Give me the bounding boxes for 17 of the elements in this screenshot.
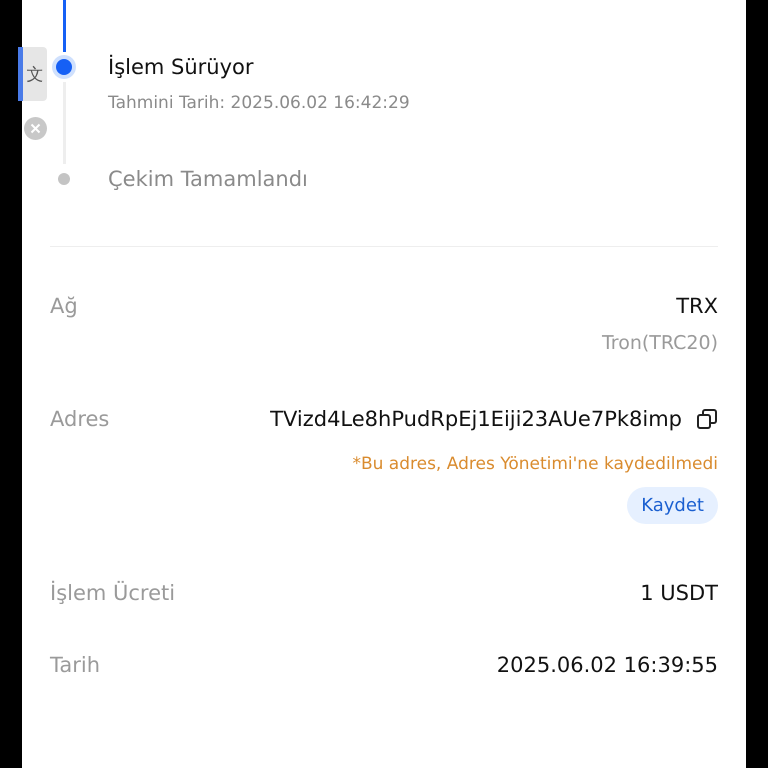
- step-title: Çekim Tamamlandı: [108, 166, 309, 193]
- step-title: İşlem Sürüyor: [108, 54, 255, 81]
- detail-value: TRX: [676, 293, 718, 320]
- network-name: Tron(TRC20): [602, 332, 718, 354]
- warning-text: *Bu adres, Adres Yönetimi'ne kaydedilmedi: [352, 454, 718, 474]
- save-button[interactable]: Kaydet: [627, 487, 718, 524]
- detail-label: Ağ: [50, 293, 78, 320]
- detail-label: İşlem Ücreti: [50, 580, 176, 607]
- detail-value: 1 USDT: [640, 580, 718, 607]
- estimated-date: Tahmini Tarih: 2025.06.02 16:42:29: [108, 92, 411, 115]
- detail-value: 2025.06.02 16:39:55: [496, 652, 718, 679]
- timeline-line: [62, 0, 66, 52]
- translate-icon[interactable]: 文: [18, 47, 47, 101]
- copy-icon[interactable]: [696, 408, 718, 430]
- detail-value: TVizd4Le8hPudRpEj1Eiji23AUe7Pk8imp: [270, 406, 682, 433]
- detail-label: Adres: [50, 406, 110, 433]
- detail-label: Tarih: [50, 652, 100, 679]
